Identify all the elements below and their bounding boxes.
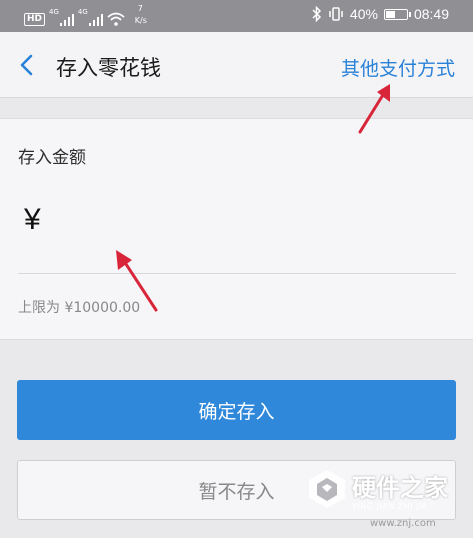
app-bar: 存入零花钱 其他支付方式 <box>0 32 473 98</box>
network-type-2: 4G <box>77 8 88 16</box>
watermark-logo-icon <box>309 470 345 508</box>
wifi-icon <box>107 12 125 26</box>
network-speed-unit: K/s <box>134 16 147 25</box>
battery-percent: 40% <box>349 6 378 22</box>
vibrate-icon <box>329 7 343 21</box>
battery-level <box>385 10 395 18</box>
chevron-left-icon <box>20 54 33 76</box>
limit-text: 上限为 ¥10000.00 <box>18 300 141 316</box>
bluetooth-icon <box>312 6 321 22</box>
status-right-group: 40% 08:49 <box>312 6 449 22</box>
amount-label: 存入金额 <box>18 148 86 168</box>
watermark-pinyin: YING JIAN ZHI JIA <box>352 502 428 511</box>
status-time: 08:49 <box>413 6 449 22</box>
signal-icon <box>88 14 103 26</box>
hd-badge: HD <box>24 13 46 26</box>
signal-icon <box>59 14 74 26</box>
watermark-url: www.znj.com <box>370 518 436 529</box>
network-speed: 7 K/s <box>129 4 151 26</box>
status-left-group: HD 4G 4G 7 K/s <box>24 4 151 26</box>
currency-symbol: ¥ <box>24 203 41 236</box>
page-title: 存入零花钱 <box>56 56 161 80</box>
other-payment-link[interactable]: 其他支付方式 <box>341 54 455 81</box>
watermark: 硬件之家 YING JIAN ZHI JIA www.znj.com <box>302 462 468 534</box>
network-type-1: 4G <box>49 8 59 16</box>
battery-icon <box>383 8 411 20</box>
network-speed-value: 7 <box>137 4 143 13</box>
watermark-name: 硬件之家 <box>352 474 448 502</box>
divider <box>18 273 456 274</box>
status-bar: HD 4G 4G 7 K/s 40% 08:49 <box>0 0 473 32</box>
back-button[interactable] <box>12 50 42 80</box>
amount-card: 存入金额 ¥ 上限为 ¥10000.00 <box>0 118 473 340</box>
amount-input[interactable] <box>62 199 442 247</box>
confirm-deposit-button[interactable]: 确定存入 <box>17 380 456 440</box>
